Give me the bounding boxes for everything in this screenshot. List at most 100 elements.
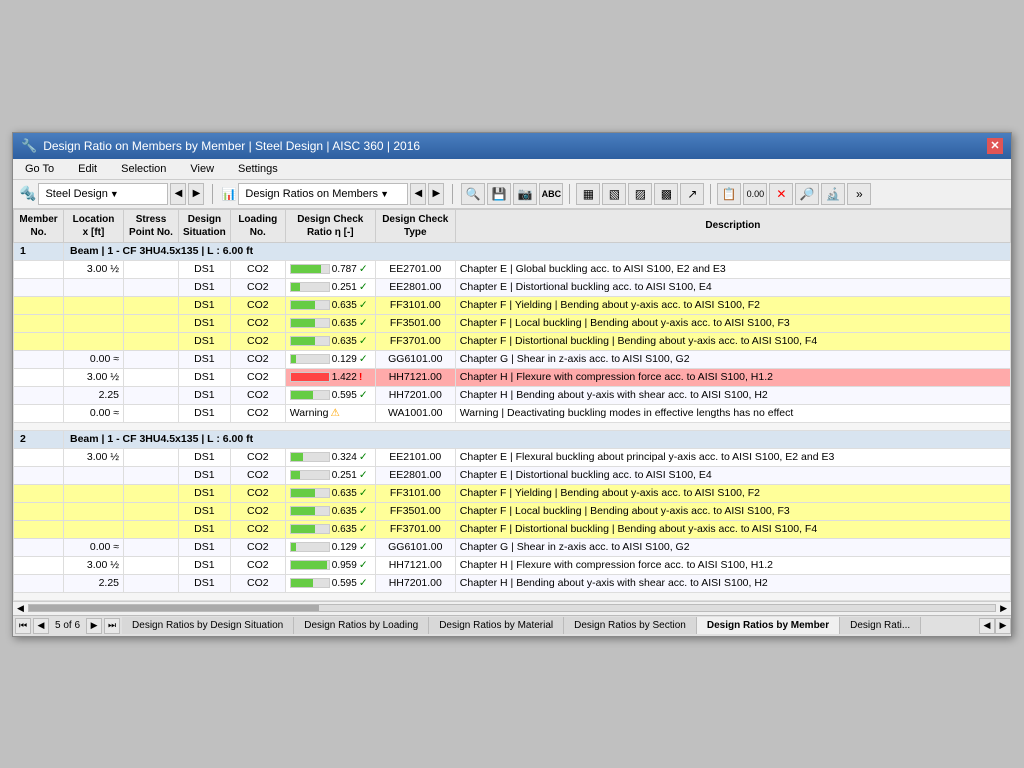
nav-first-button[interactable]: ⏮ [15, 618, 31, 634]
tab-bar: Design Ratios by Design Situation Design… [122, 617, 979, 634]
check-icon: ✓ [359, 469, 368, 481]
cell-loading: CO2 [230, 448, 285, 466]
cell-stress [124, 368, 179, 386]
zoom-button[interactable]: 🔎 [795, 183, 819, 205]
cell-desc: Chapter H | Flexure with compression for… [455, 556, 1010, 574]
ratio-bar-cell: 0.129 ✓ [290, 541, 371, 553]
grid1-button[interactable]: ▦ [576, 183, 600, 205]
more-button[interactable]: » [847, 183, 871, 205]
ratio-bar-cell: 0.251 ✓ [290, 469, 371, 481]
camera-button[interactable]: 📷 [513, 183, 537, 205]
cell-location [64, 520, 124, 538]
cell-ratio: 0.787 ✓ [285, 260, 375, 278]
cell-type: FF3501.00 [375, 502, 455, 520]
check-icon: ✓ [359, 317, 368, 329]
menu-settings[interactable]: Settings [234, 161, 282, 177]
ratio-bar-container [290, 264, 330, 274]
tab-member[interactable]: Design Ratios by Member [697, 617, 840, 634]
ratio-bar-container [290, 354, 330, 364]
cell-desc: Chapter E | Distortional buckling acc. t… [455, 466, 1010, 484]
cell-location [64, 466, 124, 484]
ratio-bar-fill [291, 301, 315, 309]
steel-design-icon: 🔩 [19, 185, 36, 202]
cell-type: FF3101.00 [375, 296, 455, 314]
menu-bar: Go To Edit Selection View Settings [13, 159, 1011, 180]
tab-loading[interactable]: Design Ratios by Loading [294, 617, 429, 634]
grid2-button[interactable]: ▧ [602, 183, 626, 205]
ratio-value: 0.635 [332, 300, 357, 311]
tab-scroll-right[interactable]: ▶ [995, 618, 1011, 634]
value-button[interactable]: 0.00 [743, 183, 767, 205]
group-header-row: 1 Beam | 1 - CF 3HU4.5x135 | L : 6.00 ft [14, 242, 1011, 260]
ratio-bar-container [290, 372, 330, 382]
title-bar: 🔧 Design Ratio on Members by Member | St… [13, 133, 1011, 159]
expand-button[interactable]: ↗ [680, 183, 704, 205]
left-nav-prev[interactable]: ◀ [170, 183, 186, 205]
scrollbar-thumb[interactable] [29, 605, 319, 611]
ratio-value: 0.324 [332, 452, 357, 463]
left-nav-next[interactable]: ▶ [188, 183, 204, 205]
ratio-bar-container [290, 300, 330, 310]
tab-section[interactable]: Design Ratios by Section [564, 617, 697, 634]
grid3-button[interactable]: ▨ [628, 183, 652, 205]
ratio-bar-cell: 0.595 ✓ [290, 389, 371, 401]
save-button[interactable]: 💾 [487, 183, 511, 205]
close-button[interactable]: ✕ [987, 138, 1003, 154]
filter-button[interactable]: 🔬 [821, 183, 845, 205]
ratio-value: 1.422 [332, 372, 357, 383]
horizontal-scrollbar[interactable]: ◀ ▶ [13, 601, 1011, 615]
nav-next-button[interactable]: ▶ [86, 618, 102, 634]
clear-button[interactable]: ✕ [769, 183, 793, 205]
nav-last-button[interactable]: ⏭ [104, 618, 120, 634]
ratio-bar-fill [291, 319, 315, 327]
ratio-bar-fill [291, 391, 314, 399]
cell-stress [124, 260, 179, 278]
cell-type: EE2701.00 [375, 260, 455, 278]
ratio-value: 0.635 [332, 488, 357, 499]
cell-ratio: 1.422 ! [285, 368, 375, 386]
spacer-cell [14, 592, 1011, 600]
cell-ratio: 0.595 ✓ [285, 574, 375, 592]
grid4-button[interactable]: ▩ [654, 183, 678, 205]
cell-loading: CO2 [230, 502, 285, 520]
scrollbar-track[interactable] [28, 604, 996, 612]
header-ratio: Design CheckRatio η [-] [285, 209, 375, 242]
cell-loading: CO2 [230, 556, 285, 574]
check-icon: ✓ [359, 577, 368, 589]
ratio-bar-container [290, 318, 330, 328]
tab-other[interactable]: Design Rati... [840, 617, 921, 634]
cell-stress [124, 556, 179, 574]
data-scroll-area[interactable]: MemberNo. Locationx [ft] StressPoint No.… [13, 209, 1011, 601]
menu-view[interactable]: View [186, 161, 218, 177]
cell-stress [124, 484, 179, 502]
cell-type: HH7201.00 [375, 386, 455, 404]
menu-goto[interactable]: Go To [21, 161, 58, 177]
steel-design-label: Steel Design [45, 188, 107, 200]
tab-design-situation[interactable]: Design Ratios by Design Situation [122, 617, 294, 634]
ratio-bar-fill [291, 265, 321, 273]
tab-scroll-left[interactable]: ◀ [979, 618, 995, 634]
cell-loading: CO2 [230, 538, 285, 556]
text-button[interactable]: ABC [539, 183, 563, 205]
export-button[interactable]: 📋 [717, 183, 741, 205]
cell-desc: Chapter F | Local buckling | Bending abo… [455, 314, 1010, 332]
table-row: DS1 CO2 0.635 ✓ FF3701.00 Chapter F | Di… [14, 520, 1011, 538]
cell-desc: Chapter E | Distortional buckling acc. t… [455, 278, 1010, 296]
ratio-bar-container [290, 488, 330, 498]
nav-prev-button[interactable]: ◀ [33, 618, 49, 634]
warning-icon: ⚠ [331, 407, 340, 419]
tab-material[interactable]: Design Ratios by Material [429, 617, 564, 634]
cell-situation: DS1 [179, 404, 231, 422]
steel-design-dropdown[interactable]: Steel Design ▼ [38, 183, 168, 205]
menu-selection[interactable]: Selection [117, 161, 170, 177]
cell-location [64, 484, 124, 502]
menu-edit[interactable]: Edit [74, 161, 101, 177]
cell-loading: CO2 [230, 260, 285, 278]
right-nav-next[interactable]: ▶ [428, 183, 444, 205]
cell-location: 3.00 ½ [64, 260, 124, 278]
design-ratios-dropdown[interactable]: Design Ratios on Members ▼ [238, 183, 408, 205]
cell-desc: Chapter F | Yielding | Bending about y-a… [455, 484, 1010, 502]
cell-location [64, 278, 124, 296]
search-button[interactable]: 🔍 [461, 183, 485, 205]
right-nav-prev[interactable]: ◀ [410, 183, 426, 205]
